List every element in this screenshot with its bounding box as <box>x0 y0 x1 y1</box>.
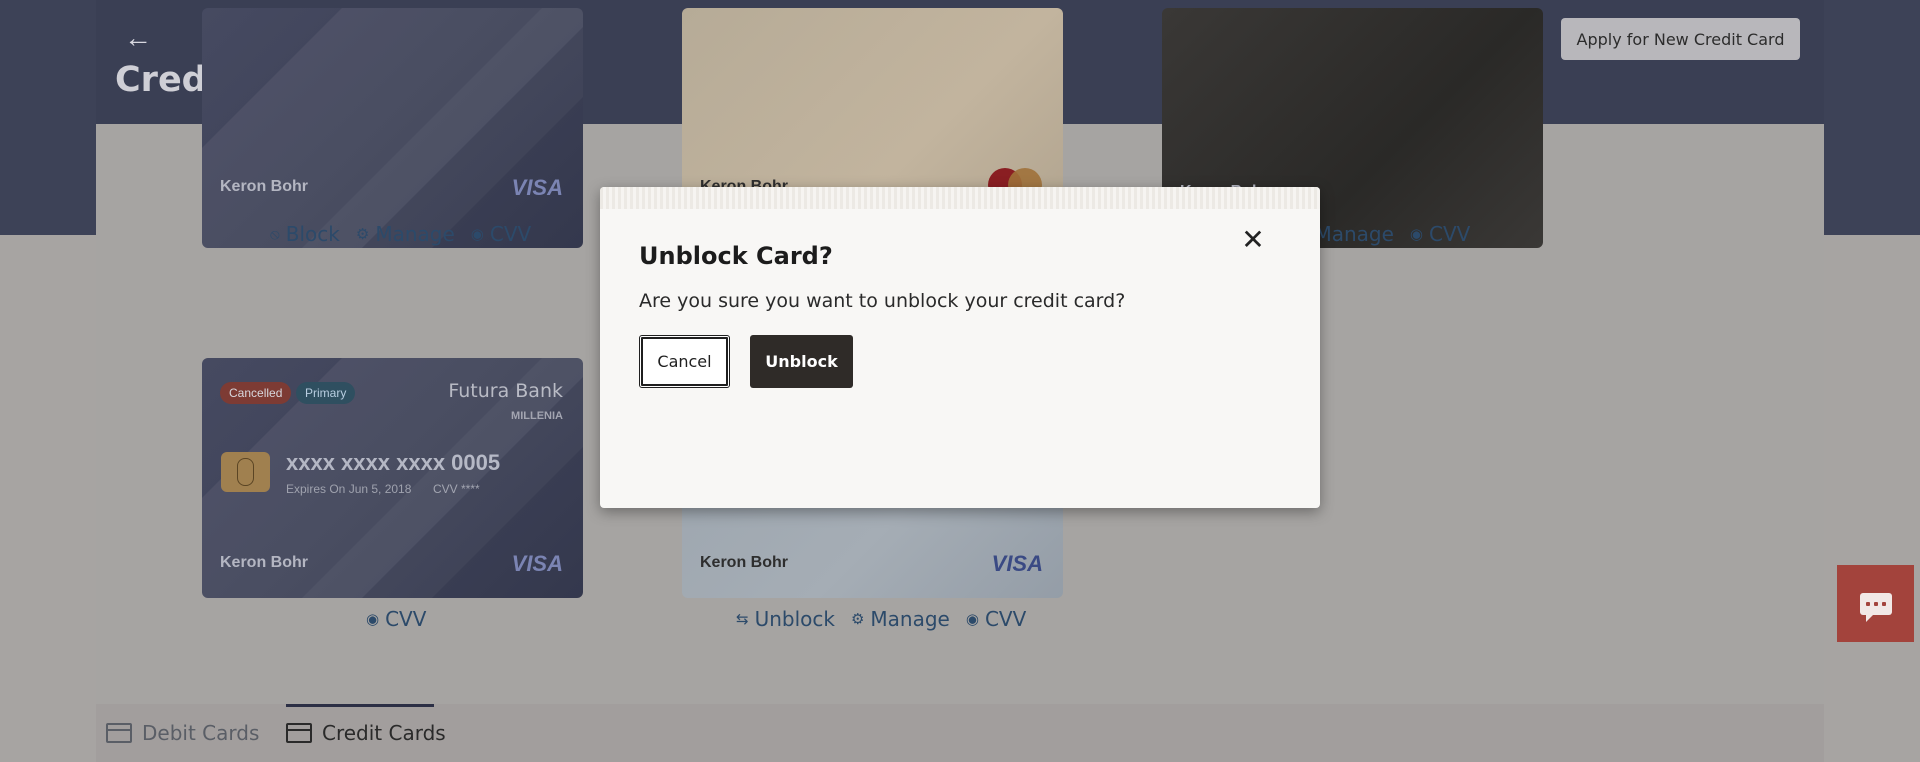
visa-logo-icon: VISA <box>511 551 563 576</box>
tab-debit-label: Debit Cards <box>142 721 260 745</box>
unblock-label: Unblock <box>754 607 835 631</box>
tab-credit-label: Credit Cards <box>322 721 446 745</box>
cancel-button[interactable]: Cancel <box>639 335 730 388</box>
eye-icon: ◉ <box>965 610 979 628</box>
gear-icon: ⚙ <box>850 610 865 628</box>
card-cvv: CVV **** <box>433 482 480 496</box>
back-arrow-icon[interactable]: ← <box>124 22 152 54</box>
tab-debit-cards[interactable]: Debit Cards <box>106 704 259 762</box>
cvv-label: CVV <box>1429 222 1471 246</box>
debit-card-icon <box>106 723 132 743</box>
visa-logo-icon: VISA <box>991 551 1043 576</box>
dialog-message: Are you sure you want to unblock your cr… <box>639 290 1126 312</box>
cvv-label: CVV <box>984 607 1027 631</box>
block-action[interactable]: ⦸ Block <box>270 222 340 246</box>
tab-credit-cards[interactable]: Credit Cards <box>286 704 446 762</box>
card-actions: ⇆ Unblock ⚙ Manage ◉ CVV <box>736 607 1026 631</box>
gear-icon: ⚙ <box>355 225 370 243</box>
credit-card[interactable]: Keron Bohr VISA <box>202 8 583 248</box>
card-number: xxxx xxxx xxxx 0005 <box>286 450 501 475</box>
manage-action[interactable]: ⚙ Manage <box>851 607 950 631</box>
card-tier: MILLENIA <box>511 410 563 422</box>
chat-button[interactable] <box>1837 565 1914 642</box>
block-label: Block <box>285 222 340 246</box>
manage-label: Manage <box>1314 222 1394 246</box>
unblock-button[interactable]: Unblock <box>750 335 853 388</box>
card-holder-name: Keron Bohr <box>700 554 788 571</box>
close-icon[interactable]: ✕ <box>1238 225 1268 255</box>
dialog-title: Unblock Card? <box>639 242 833 270</box>
card-holder-name: Keron Bohr <box>220 554 308 571</box>
cvv-label: CVV <box>489 222 532 246</box>
chat-icon <box>1859 592 1892 622</box>
cvv-label: CVV <box>385 607 427 631</box>
cvv-action[interactable]: ◉ CVV <box>1410 222 1470 246</box>
visa-logo-icon: VISA <box>511 175 563 200</box>
card-type-tabs: Debit Cards Credit Cards <box>96 704 1824 762</box>
unblock-card-dialog: Unblock Card? ✕ Are you sure you want to… <box>600 187 1320 508</box>
eye-icon: ◉ <box>470 225 484 243</box>
bank-logo: Futura Bank <box>448 380 563 402</box>
chip-icon <box>221 452 270 492</box>
cvv-action[interactable]: ◉ CVV <box>471 222 531 246</box>
status-badge: Cancelled <box>220 382 292 404</box>
credit-card[interactable]: Cancelled Primary Futura Bank MILLENIA x… <box>202 358 583 598</box>
card-actions: ◉ CVV <box>366 607 426 631</box>
dialog-pattern-strip <box>600 187 1320 209</box>
block-icon: ⦸ <box>270 225 280 243</box>
credit-card-icon <box>286 723 312 743</box>
manage-action[interactable]: ⚙ Manage <box>356 222 455 246</box>
card-actions: ⚙Manage ◉CVV <box>1295 222 1470 246</box>
eye-icon: ◉ <box>1409 225 1423 243</box>
eye-icon: ◉ <box>366 610 380 628</box>
card-swap-icon: ⇆ <box>736 610 749 628</box>
card-expiry: Expires On Jun 5, 2018 <box>286 482 412 496</box>
primary-badge: Primary <box>296 382 356 404</box>
cvv-action[interactable]: ◉ CVV <box>366 607 426 631</box>
manage-label: Manage <box>375 222 455 246</box>
apply-new-card-button[interactable]: Apply for New Credit Card <box>1561 18 1800 60</box>
unblock-action[interactable]: ⇆ Unblock <box>736 607 835 631</box>
card-holder-name: Keron Bohr <box>220 178 308 195</box>
manage-label: Manage <box>870 607 950 631</box>
cvv-action[interactable]: ◉ CVV <box>966 607 1026 631</box>
card-actions: ⦸ Block ⚙ Manage ◉ CVV <box>270 222 531 246</box>
